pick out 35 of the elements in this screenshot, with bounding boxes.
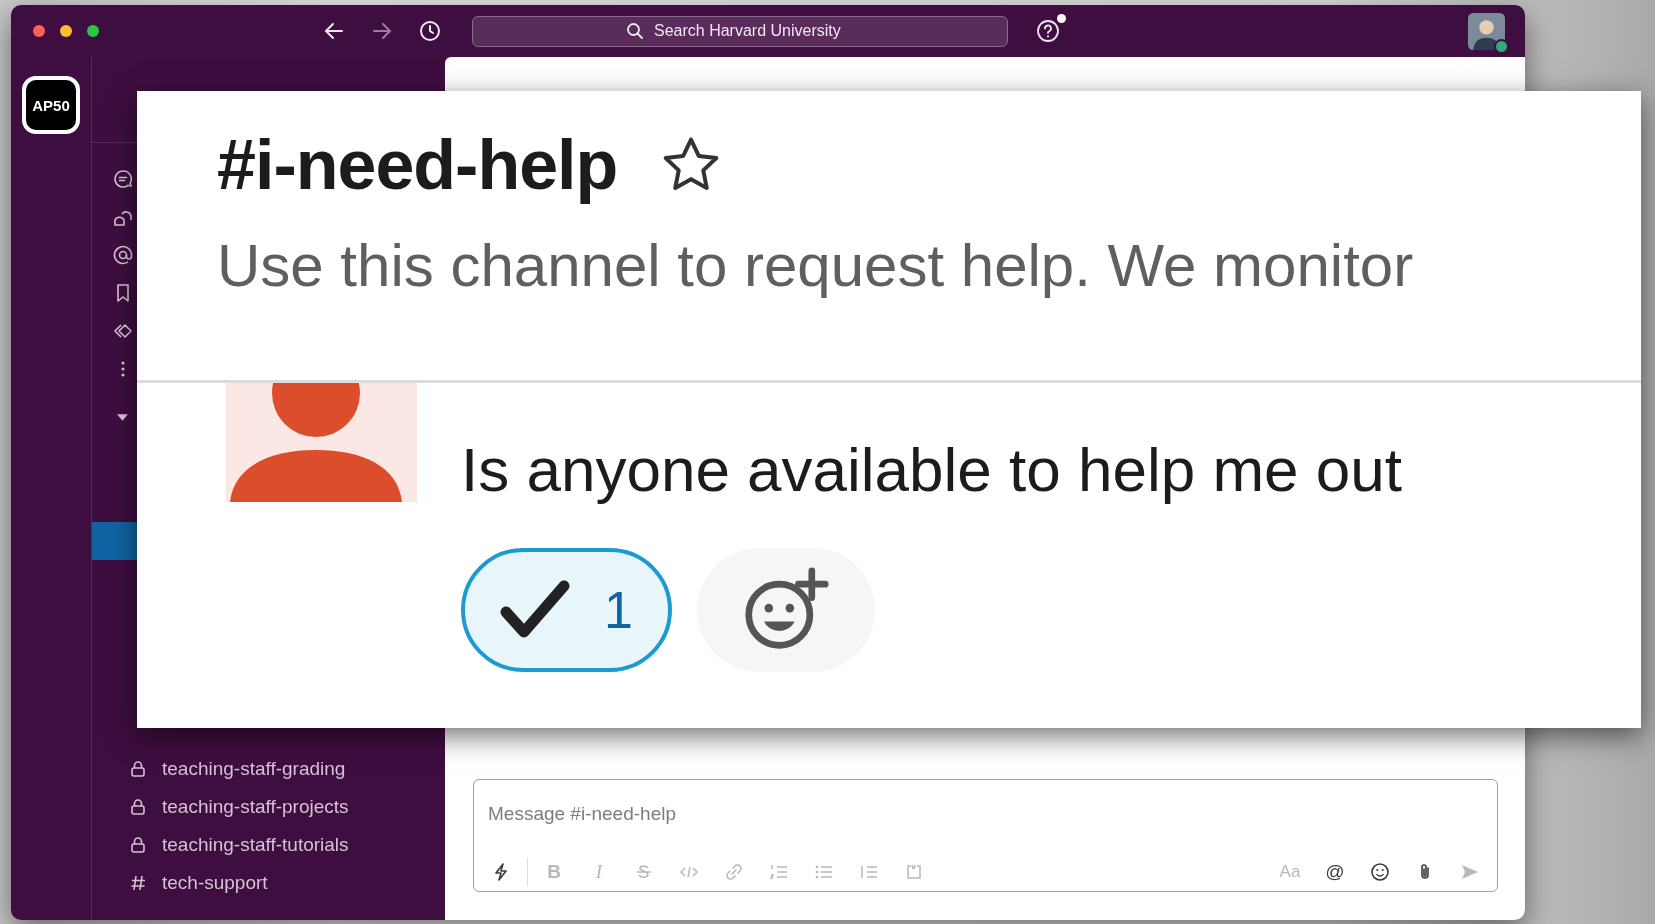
hash-icon [130, 874, 146, 892]
search-input[interactable]: Search Harvard University [654, 22, 854, 40]
help-icon[interactable] [1036, 19, 1060, 43]
channel-item[interactable]: teaching-staff-tutorials [92, 826, 445, 864]
code-block-icon [904, 862, 924, 882]
message-text: Is anyone available to help me out [461, 434, 1402, 506]
reaction-button[interactable]: 1 [461, 548, 672, 672]
send-icon [1460, 862, 1480, 882]
mention-button[interactable]: @ [1322, 859, 1348, 885]
connect-icon[interactable] [113, 321, 133, 341]
caret-down-icon[interactable] [116, 412, 129, 422]
channel-item[interactable]: tech-support [92, 864, 445, 902]
channel-item[interactable]: teaching-staff-projects [92, 788, 445, 826]
threads-icon[interactable] [113, 169, 133, 189]
link-icon [724, 862, 744, 882]
user-avatar[interactable] [1468, 12, 1505, 50]
message-input[interactable]: Message #i-need-help [488, 780, 1483, 834]
search-icon [626, 22, 644, 40]
checkmark-icon [500, 580, 571, 640]
minimize-window-button[interactable] [60, 25, 72, 37]
close-window-button[interactable] [33, 25, 45, 37]
mentions-icon[interactable] [113, 245, 133, 265]
back-arrow-icon[interactable] [323, 20, 345, 42]
lock-icon [130, 836, 146, 854]
numbered-list-icon [769, 862, 789, 882]
channel-title: #i-need-help [217, 125, 618, 205]
lock-icon [130, 798, 146, 816]
lock-icon [130, 760, 146, 778]
workspace-button[interactable]: AP50 [22, 76, 80, 134]
channel-item[interactable]: teaching-staff-grading [92, 750, 445, 788]
search-field[interactable]: Search Harvard University [472, 15, 1008, 47]
history-clock-icon[interactable] [419, 20, 441, 42]
smiley-icon [1370, 862, 1390, 882]
maximize-window-button[interactable] [87, 25, 99, 37]
channel-description: Use this channel to request help. We monitor [217, 231, 1415, 300]
